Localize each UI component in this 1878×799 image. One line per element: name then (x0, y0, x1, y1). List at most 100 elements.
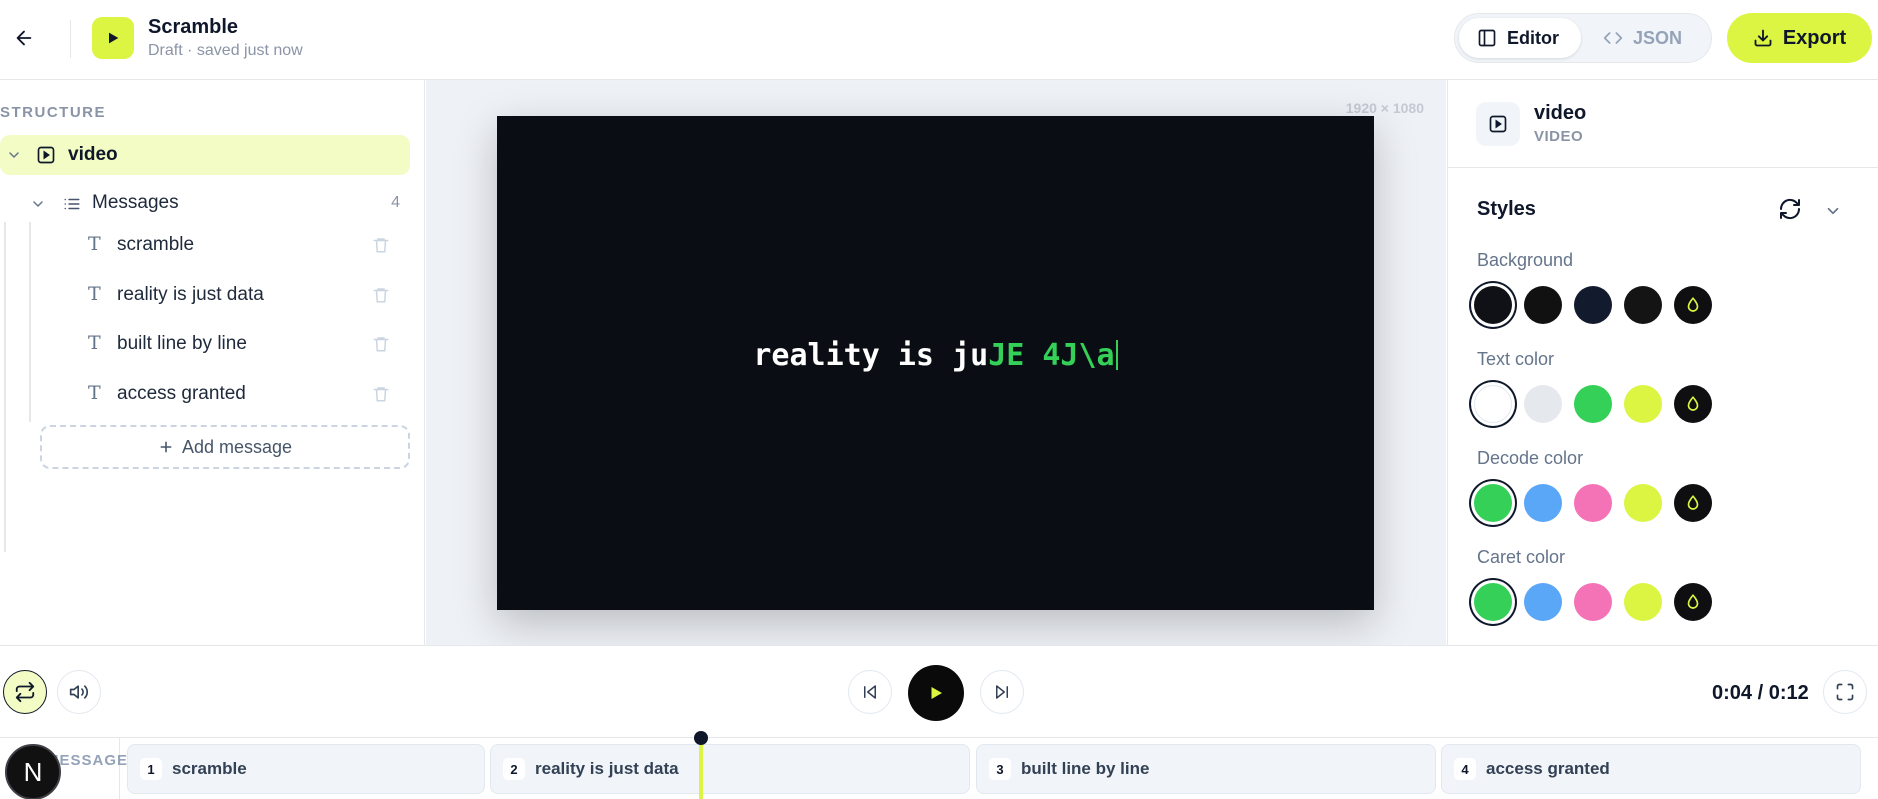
volume-button[interactable] (57, 670, 101, 714)
avatar[interactable]: N (5, 744, 61, 799)
text-type-icon: T (88, 233, 101, 255)
text-caret (1115, 340, 1118, 370)
swatch[interactable] (1574, 286, 1612, 324)
inspector-header: video VIDEO (1448, 80, 1878, 168)
time-display: 0:04 / 0:12 (1712, 682, 1809, 704)
play-icon (931, 687, 942, 699)
swatch[interactable] (1624, 385, 1662, 423)
json-mode-button[interactable]: JSON (1585, 18, 1709, 58)
fullscreen-button[interactable] (1823, 670, 1867, 714)
download-icon (1754, 29, 1772, 47)
plain-text: reality is ju (753, 338, 989, 373)
timeline-clip[interactable]: 1 scramble (127, 744, 485, 794)
trash-icon[interactable] (372, 235, 390, 255)
chevron-down-icon[interactable] (1824, 202, 1842, 220)
swatch[interactable] (1574, 583, 1612, 621)
clip-label: reality is just data (535, 759, 679, 778)
swatch[interactable] (1574, 484, 1612, 522)
swatch[interactable] (1624, 583, 1662, 621)
list-icon (64, 198, 80, 210)
top-bar: Scramble Draft · saved just now Editor J… (0, 0, 1878, 80)
code-icon (1603, 32, 1623, 44)
panel-icon (1478, 29, 1496, 47)
next-button[interactable] (980, 670, 1024, 714)
droplet-icon (1687, 495, 1699, 510)
tree-item-video[interactable]: video (0, 135, 410, 175)
timeline-clip[interactable]: 3 built line by line (976, 744, 1436, 794)
swatch[interactable] (1524, 484, 1562, 522)
text-color-label: Text color (1477, 349, 1555, 369)
timeline-clip[interactable]: 4 access granted (1441, 744, 1861, 794)
background-label: Background (1477, 250, 1574, 270)
fullscreen-icon (1836, 683, 1854, 701)
message-label: scramble (117, 234, 195, 255)
timeline: MESSAGES N 1 scramble 2 reality is just … (0, 731, 1878, 799)
list-item[interactable]: T reality is just data (0, 275, 410, 315)
project-title: Scramble (148, 16, 239, 38)
decode-color-swatches (1474, 484, 1712, 522)
export-button[interactable]: Export (1727, 13, 1872, 63)
mode-toggle: Editor JSON (1454, 13, 1712, 63)
video-icon (37, 146, 55, 164)
scramble-text: reality is juJE 4J\a (497, 338, 1374, 373)
video-icon (1476, 102, 1520, 146)
skip-back-icon (864, 685, 876, 699)
trash-icon[interactable] (372, 285, 390, 305)
caret-color-swatches (1474, 583, 1712, 621)
refresh-icon[interactable] (1778, 197, 1802, 221)
json-mode-label: JSON (1633, 27, 1683, 48)
trash-icon[interactable] (372, 384, 390, 404)
color-picker-button[interactable] (1674, 583, 1712, 621)
structure-panel: STRUCTURE video Messages 4 T scramble T … (0, 80, 425, 645)
volume-icon (69, 685, 89, 699)
video-stage[interactable]: reality is juJE 4J\a (497, 116, 1374, 610)
swatch[interactable] (1624, 286, 1662, 324)
droplet-icon (1687, 594, 1699, 609)
swatch[interactable] (1624, 484, 1662, 522)
swatch[interactable] (1524, 583, 1562, 621)
play-icon (109, 32, 119, 44)
text-type-icon: T (88, 283, 101, 305)
list-item[interactable]: T access granted (0, 374, 410, 414)
preview-canvas: 1920 × 1080 reality is juJE 4J\a (426, 80, 1446, 645)
trash-icon[interactable] (372, 334, 390, 354)
export-label: Export (1782, 26, 1847, 49)
swatch[interactable] (1474, 385, 1512, 423)
playhead-handle[interactable] (694, 731, 708, 745)
swatch[interactable] (1474, 484, 1512, 522)
swatch[interactable] (1474, 583, 1512, 621)
app-logo (92, 17, 134, 59)
clip-label: built line by line (1021, 759, 1150, 778)
swatch[interactable] (1574, 385, 1612, 423)
caret-color-label: Caret color (1477, 547, 1566, 567)
tree-item-messages[interactable]: Messages 4 (0, 184, 410, 222)
play-button[interactable] (908, 665, 964, 721)
color-picker-button[interactable] (1674, 286, 1712, 324)
skip-forward-icon (996, 685, 1008, 699)
add-message-label: Add message (181, 436, 293, 457)
timeline-clip[interactable]: 2 reality is just data (490, 744, 970, 794)
message-label: built line by line (117, 333, 247, 354)
swatch[interactable] (1524, 385, 1562, 423)
loop-button[interactable] (3, 670, 47, 714)
back-button[interactable] (8, 22, 40, 54)
clip-label: access granted (1486, 759, 1610, 778)
decode-text: JE 4J\a (988, 338, 1115, 373)
chevron-down-icon[interactable] (6, 147, 22, 163)
message-label: access granted (117, 383, 246, 404)
list-item[interactable]: T built line by line (0, 324, 410, 364)
clip-number: 4 (1454, 758, 1476, 780)
swatch[interactable] (1524, 286, 1562, 324)
droplet-icon (1687, 396, 1699, 411)
text-type-icon: T (88, 332, 101, 354)
list-item[interactable]: T scramble (0, 225, 410, 265)
styles-heading: Styles (1477, 198, 1536, 220)
previous-button[interactable] (848, 670, 892, 714)
color-picker-button[interactable] (1674, 484, 1712, 522)
swatch[interactable] (1474, 286, 1512, 324)
inspector-panel: video VIDEO Styles Background Text color… (1447, 80, 1878, 645)
editor-mode-button[interactable]: Editor (1459, 18, 1581, 58)
add-message-button[interactable]: Add message (40, 425, 410, 469)
chevron-down-icon[interactable] (30, 196, 46, 212)
color-picker-button[interactable] (1674, 385, 1712, 423)
